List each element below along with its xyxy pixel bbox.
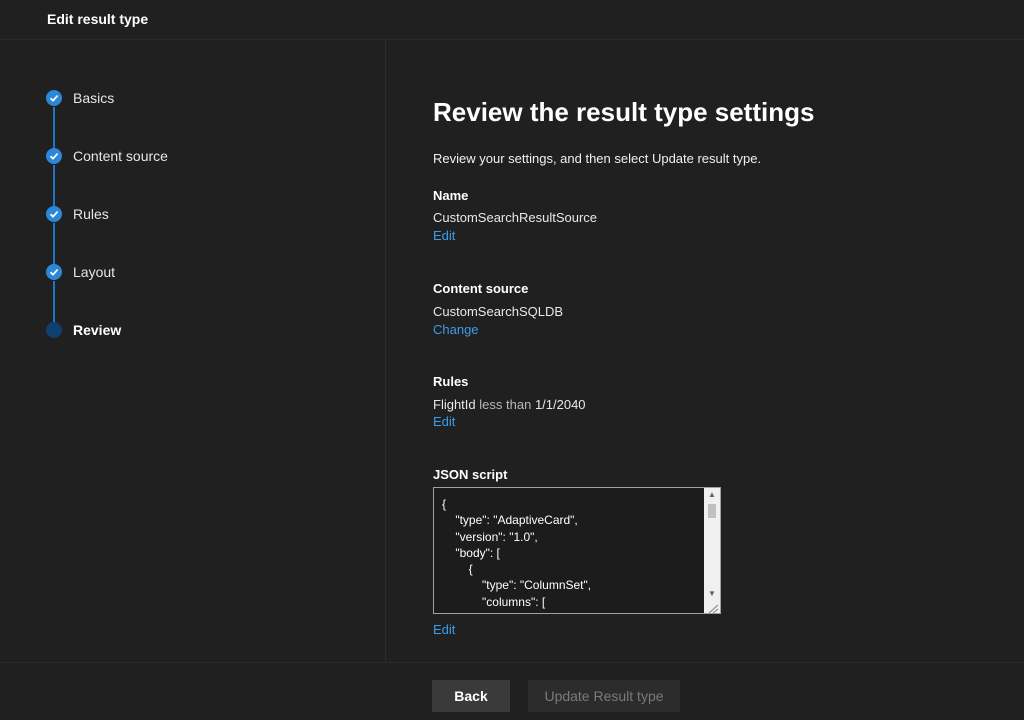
rule-field: FlightId — [433, 397, 476, 412]
update-result-type-button[interactable]: Update Result type — [528, 680, 680, 712]
content-source-value: CustomSearchSQLDB — [433, 304, 564, 319]
scroll-thumb[interactable] — [708, 504, 716, 518]
edit-rules-link[interactable]: Edit — [433, 414, 455, 429]
step-label: Review — [73, 322, 122, 338]
step-label: Content source — [73, 148, 168, 164]
current-step-icon — [46, 322, 62, 338]
name-heading: Name — [433, 188, 469, 203]
step-label: Basics — [73, 90, 115, 106]
resize-grip-icon[interactable] — [704, 601, 720, 613]
step-label: Layout — [73, 264, 116, 280]
change-content-source-link[interactable]: Change — [433, 322, 479, 337]
rules-value: FlightId less than 1/1/2040 — [433, 397, 586, 412]
json-script-heading: JSON script — [433, 467, 508, 482]
name-value: CustomSearchResultSource — [433, 210, 598, 225]
rules-heading: Rules — [433, 374, 469, 389]
scroll-up-arrow-icon[interactable]: ▲ — [704, 488, 720, 502]
json-script-textarea[interactable]: { "type": "AdaptiveCard", "version": "1.… — [433, 487, 721, 614]
json-script-content: { "type": "AdaptiveCard", "version": "1.… — [442, 497, 592, 613]
checkmark-icon — [46, 264, 62, 280]
page-title: Review the result type settings — [433, 97, 815, 127]
page-header-title: Edit result type — [47, 11, 149, 27]
rule-value: 1/1/2040 — [534, 397, 586, 412]
header-bar: Edit result type — [0, 0, 1024, 40]
intro-text: Review your settings, and then select Up… — [433, 151, 762, 166]
step-label: Rules — [73, 206, 109, 222]
step-connector — [53, 107, 55, 149]
edit-name-link[interactable]: Edit — [433, 228, 455, 243]
checkmark-icon — [46, 90, 62, 106]
footer-bar: Back Update Result type — [0, 662, 1024, 720]
content-source-heading: Content source — [433, 281, 529, 296]
edit-json-link[interactable]: Edit — [433, 622, 455, 637]
rule-operator: less than — [479, 397, 532, 412]
back-button[interactable]: Back — [432, 680, 510, 712]
json-scrollbar[interactable]: ▲ ▼ — [704, 488, 720, 613]
step-connector — [53, 223, 55, 265]
wizard-steps-panel: Basics Content source Rules Layout Revie… — [0, 40, 386, 662]
step-connector — [53, 281, 55, 323]
checkmark-icon — [46, 206, 62, 222]
checkmark-icon — [46, 148, 62, 164]
scroll-down-arrow-icon[interactable]: ▼ — [704, 587, 720, 601]
step-connector — [53, 165, 55, 207]
